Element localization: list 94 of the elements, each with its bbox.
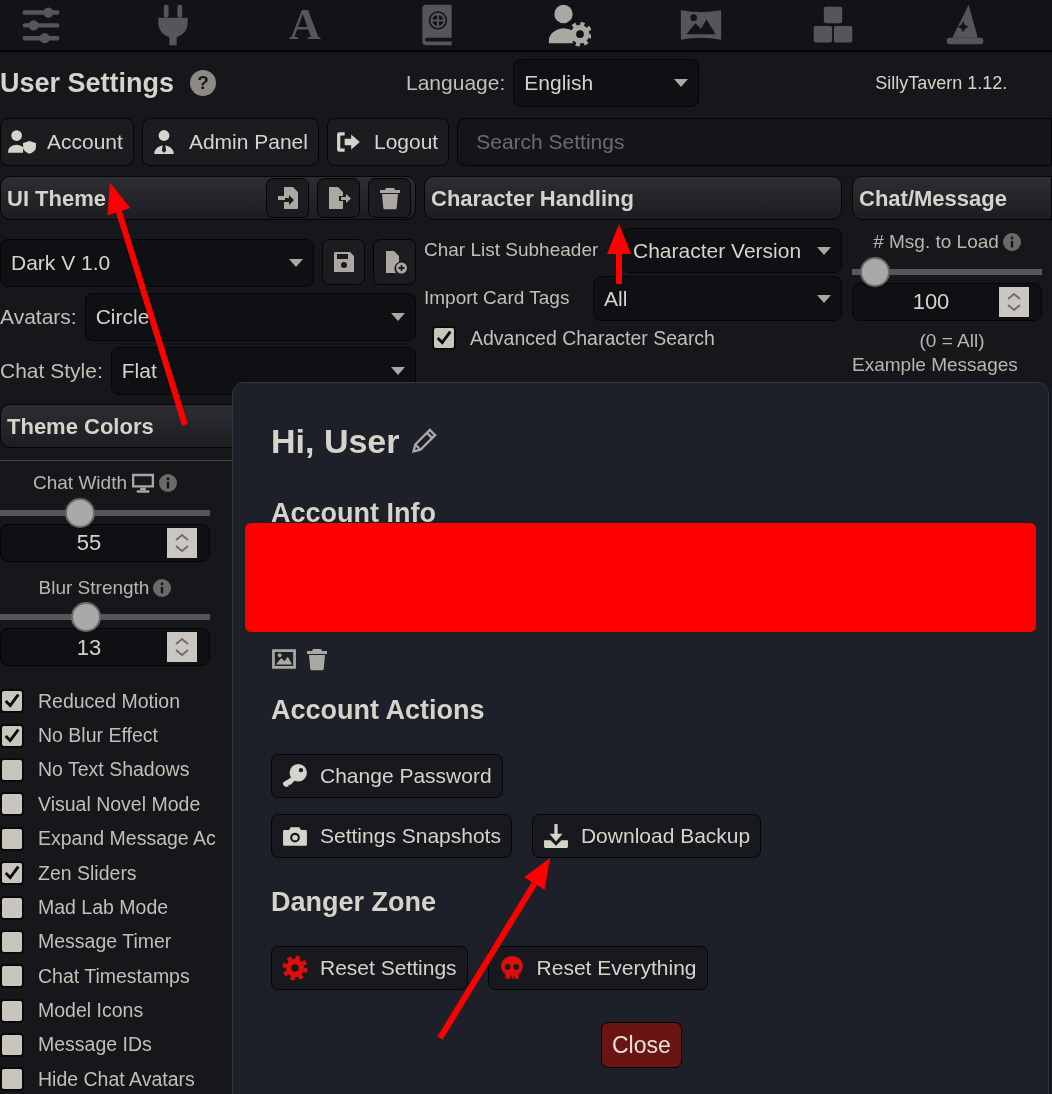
camera-action-button[interactable]: Settings Snapshots: [271, 814, 512, 858]
checkbox-label: Mad Lab Mode: [38, 894, 169, 920]
checkbox[interactable]: [0, 723, 24, 748]
version-text: SillyTavern 1.12.: [875, 71, 1008, 95]
number-input[interactable]: 13: [11, 630, 167, 664]
checkbox-label: Hide Chat Avatars: [38, 1066, 195, 1092]
slider-label: Blur Strength: [38, 575, 150, 600]
hint-text: (0 = All): [918, 328, 986, 353]
stepper-icon[interactable]: [999, 286, 1029, 317]
slider-thumb[interactable]: [859, 256, 890, 287]
admin-button[interactable]: Admin Panel: [141, 118, 319, 166]
page-title: User Settings: [0, 66, 175, 100]
search-field[interactable]: Search Settings: [457, 118, 1052, 166]
save-button[interactable]: [322, 239, 365, 285]
panel-header[interactable]: Character Handling: [424, 176, 842, 220]
checkbox-label: Expand Message Ac: [38, 826, 216, 852]
panel-title: Theme Colors: [7, 412, 154, 441]
panel-title: Chat/Message: [859, 184, 1007, 213]
checkbox-label: No Blur Effect: [38, 722, 158, 748]
logout-button[interactable]: Logout: [326, 118, 450, 166]
save-icon: [331, 250, 356, 274]
field-label: Char List Subheader: [424, 238, 599, 263]
pencil-icon[interactable]: [409, 427, 438, 455]
field-label: Example Messages: [852, 353, 1019, 377]
language-select[interactable]: English: [513, 59, 700, 107]
download-action-button[interactable]: Download Backup: [531, 814, 762, 858]
annotation-arrow: [607, 224, 631, 284]
checkbox[interactable]: [0, 689, 24, 714]
checkbox-label: Zen Sliders: [38, 860, 137, 886]
checkbox-label: Message IDs: [38, 1032, 152, 1058]
section-title: Danger Zone: [271, 886, 438, 919]
skull-action-button[interactable]: Reset Everything: [487, 946, 708, 990]
slider-thumb[interactable]: [64, 497, 95, 528]
checkbox[interactable]: [0, 826, 24, 851]
dropdown[interactable]: Circle: [84, 293, 416, 341]
checkbox-label: Reduced Motion: [38, 688, 180, 714]
import-icon: [275, 186, 300, 210]
info-icon[interactable]: [159, 474, 177, 493]
panel-title: UI Theme: [7, 184, 107, 213]
checkbox[interactable]: [432, 326, 456, 351]
checkbox-label: Advanced Character Search: [470, 325, 715, 351]
info-icon[interactable]: [1002, 233, 1021, 252]
checkbox[interactable]: [0, 1033, 24, 1058]
section-title: Account Info: [271, 497, 437, 530]
number-input[interactable]: 100: [863, 285, 999, 318]
checkbox[interactable]: [0, 757, 24, 782]
checkbox-label: Message Timer: [38, 929, 172, 955]
number-input[interactable]: 55: [11, 526, 167, 559]
user-shield-icon: [7, 129, 37, 155]
export-button[interactable]: [317, 178, 360, 218]
slider-thumb[interactable]: [71, 602, 102, 632]
checkbox[interactable]: [0, 964, 24, 989]
slider-label: # Msg. to Load: [873, 230, 999, 254]
checkbox[interactable]: [0, 792, 24, 817]
skull-icon: [498, 955, 525, 981]
user-gear-icon: [547, 3, 591, 47]
gear-action-button[interactable]: Reset Settings: [271, 946, 468, 990]
checkbox[interactable]: [0, 929, 24, 954]
checkbox-label: No Text Shadows: [38, 757, 190, 783]
field-label: Avatars:: [0, 304, 77, 331]
language-label: Language:: [406, 70, 506, 97]
checkbox[interactable]: [0, 1067, 24, 1092]
close-button[interactable]: Close: [601, 1022, 682, 1068]
delete-icon: [377, 186, 402, 210]
export-icon: [326, 186, 351, 210]
change-password-button[interactable]: Change Password: [271, 754, 503, 798]
checkbox[interactable]: [0, 861, 24, 886]
checkbox-label: Visual Novel Mode: [38, 791, 201, 817]
theme-select[interactable]: Dark V 1.0: [0, 239, 314, 287]
new-file-button[interactable]: [373, 239, 416, 285]
download-icon: [542, 823, 569, 849]
stepper-icon[interactable]: [167, 527, 197, 558]
panel-header[interactable]: UI Theme: [0, 176, 416, 220]
checkbox-label: Model Icons: [38, 998, 144, 1024]
image-icon[interactable]: [271, 646, 297, 672]
gear-icon: [282, 955, 308, 981]
delete-icon[interactable]: [305, 646, 329, 672]
account-button[interactable]: Account: [0, 118, 134, 166]
info-icon[interactable]: [153, 578, 172, 597]
panel-header[interactable]: Chat/Message: [852, 176, 1052, 220]
checkbox[interactable]: [0, 998, 24, 1023]
checkbox-label: Chat Timestamps: [38, 963, 190, 989]
slider-label: Chat Width: [33, 471, 127, 495]
panel-title: Character Handling: [431, 184, 634, 213]
help-icon[interactable]: ?: [190, 70, 217, 96]
dropdown[interactable]: All: [593, 276, 842, 321]
field-label: Import Card Tags: [424, 286, 570, 311]
import-button[interactable]: [266, 178, 309, 218]
checkbox[interactable]: [0, 895, 24, 920]
key-icon: [282, 763, 308, 789]
section-title: Account Actions: [271, 694, 486, 727]
field-label: Chat Style:: [0, 358, 103, 385]
dropdown[interactable]: Character Version: [622, 228, 842, 273]
delete-button[interactable]: [368, 178, 411, 218]
